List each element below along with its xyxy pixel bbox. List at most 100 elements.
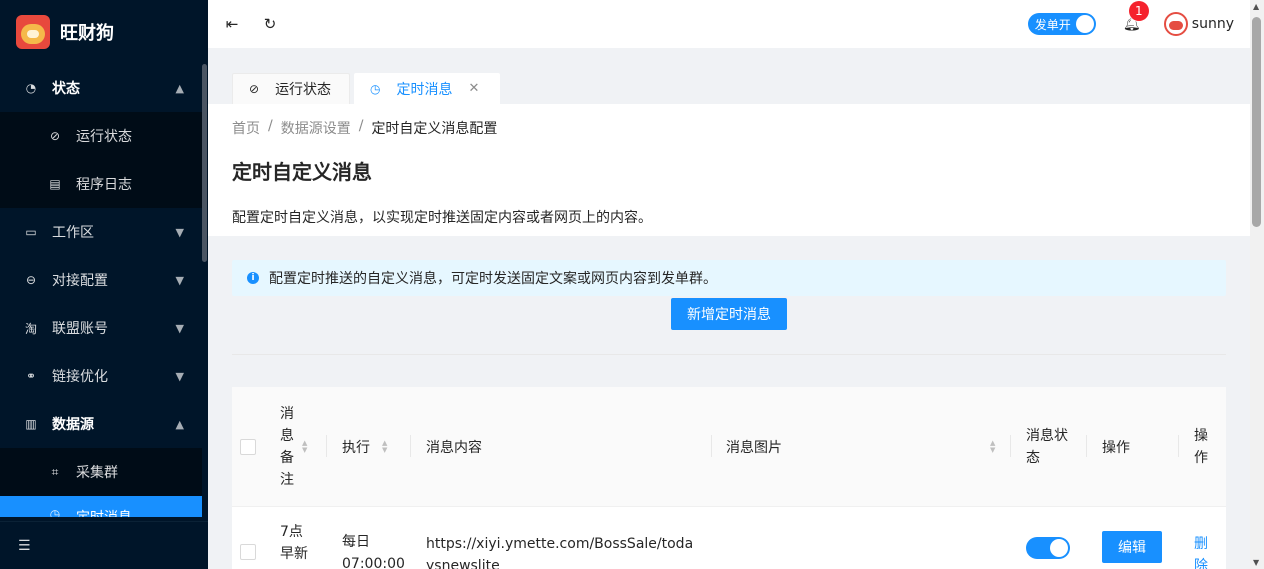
column-action: 操作 — [1102, 387, 1130, 507]
sidebar-item-link-optimize[interactable]: ⚭ 链接优化 ▼ — [0, 352, 202, 400]
column-action-2: 操作 — [1194, 387, 1212, 507]
info-alert: i 配置定时推送的自定义消息，可定时发送固定文案或网页内容到发单群。 — [232, 260, 1226, 296]
column-divider — [711, 435, 712, 457]
sidebar-item-collect-group[interactable]: ⌗ 采集群 — [0, 448, 202, 496]
row-delete: 删除 — [1194, 533, 1212, 569]
delete-link[interactable]: 删除 — [1194, 533, 1212, 569]
page-description: 配置定时自定义消息，以实现定时推送固定内容或者网页上的内容。 — [232, 210, 652, 226]
column-divider — [326, 435, 327, 457]
sidebar-item-workspace[interactable]: ▭ 工作区 ▼ — [0, 208, 202, 256]
file-icon: ▤ — [49, 177, 61, 191]
column-status: 消息状态 — [1026, 387, 1072, 507]
row-checkbox-cell — [240, 544, 256, 560]
sidebar-item-datasource[interactable]: ▥ 数据源 ▲ — [0, 400, 202, 448]
chevron-down-icon: ▼ — [175, 321, 184, 335]
select-all-checkbox-cell — [240, 387, 256, 507]
column-exec[interactable]: 执行 ▲ ▼ — [342, 387, 387, 507]
column-image-sorter[interactable]: ▲ ▼ — [984, 387, 995, 507]
column-label: 执行 — [342, 440, 370, 456]
sidebar-item-status[interactable]: ◔ 状态 ▲ — [0, 64, 202, 112]
row-note-text: 7点早新 — [280, 524, 308, 562]
select-all-checkbox[interactable] — [240, 439, 256, 455]
breadcrumb-datasource[interactable]: 数据源设置 — [281, 118, 351, 138]
row-exec: 每日 07:00:00 — [342, 531, 405, 569]
avatar[interactable] — [1163, 12, 1188, 36]
notification-badge: 1 — [1128, 1, 1149, 21]
page-title: 定时自定义消息 — [232, 160, 372, 184]
column-note[interactable]: 消息备注 ▲ ▼ — [280, 387, 307, 507]
column-content: 消息内容 — [426, 387, 482, 507]
row-action: 编辑 — [1102, 531, 1162, 563]
tab-label: 定时消息 — [396, 81, 453, 98]
row-exec-time: 07:00:00 — [342, 556, 405, 569]
sort-icon[interactable]: ▲ ▼ — [382, 440, 387, 454]
close-icon[interactable]: ✕ — [468, 81, 479, 96]
page-scrollbar-thumb[interactable] — [1252, 17, 1261, 227]
header-right: 发单开 🔔︎ 1 sunny — [1027, 1, 1250, 36]
username[interactable]: sunny — [1192, 16, 1234, 32]
breadcrumb: 首页 / 数据源设置 / 定时自定义消息配置 — [232, 104, 1226, 138]
add-scheduled-message-button[interactable]: 新增定时消息 — [671, 298, 787, 330]
tab-run-status[interactable]: ⊘ 运行状态 — [232, 73, 350, 104]
edit-button[interactable]: 编辑 — [1102, 531, 1162, 563]
tab-label: 运行状态 — [275, 82, 332, 98]
dashboard-icon: ◔ — [25, 81, 37, 95]
page-scrollbar[interactable]: ▲ ▼ — [1250, 0, 1264, 569]
sidebar-item-label: 链接优化 — [52, 369, 108, 385]
app-name: 旺财狗 — [60, 23, 114, 44]
sidebar-item-scheduled-message[interactable]: ◷ 定时消息 — [0, 496, 202, 517]
submenu-datasource: ⌗ 采集群 ◷ 定时消息 — [0, 448, 202, 517]
sidebar-item-label: 运行状态 — [76, 129, 132, 145]
menu-toggle-button[interactable]: ⇤ — [209, 0, 255, 48]
sidebar-item-alliance-account[interactable]: 淘 联盟账号 ▼ — [0, 304, 202, 352]
row-content: https://xiyi.ymette.com/BossSale/todaysn… — [426, 533, 696, 569]
sidebar-item-label: 数据源 — [52, 417, 94, 433]
sort-icon[interactable]: ▲ ▼ — [990, 440, 995, 454]
divider — [232, 354, 1226, 355]
sidebar-item-run-status[interactable]: ⊘ 运行状态 — [0, 112, 202, 160]
row-checkbox[interactable] — [240, 544, 256, 560]
column-divider — [1086, 435, 1087, 457]
top-header: ⇤ ↻ 发单开 🔔︎ 1 sunny — [208, 0, 1250, 48]
reload-button[interactable]: ↻ — [255, 0, 285, 48]
row-status — [1026, 537, 1070, 559]
clock-icon: ◷ — [49, 507, 61, 517]
sidebar-menu: ◔ 状态 ▲ ⊘ 运行状态 ▤ 程序日志 ▭ 工作区 ▼ ⊖ 对接配置 ▼ 淘 — [0, 64, 202, 517]
sidebar: 旺财狗 ◔ 状态 ▲ ⊘ 运行状态 ▤ 程序日志 ▭ 工作区 ▼ ⊖ 对接配置 … — [0, 0, 208, 569]
sidebar-scrollbar-thumb[interactable] — [202, 64, 207, 262]
check-circle-icon: ⊘ — [49, 129, 61, 143]
dispatch-switch[interactable]: 发单开 — [1027, 13, 1096, 35]
breadcrumb-home[interactable]: 首页 — [232, 118, 260, 138]
sidebar-item-label: 程序日志 — [76, 177, 132, 193]
notifications-button[interactable]: 🔔︎ 1 — [1122, 1, 1149, 34]
column-label: 操作 — [1102, 440, 1130, 456]
page-tabs: ⊘ 运行状态 ◷ 定时消息 ✕ — [208, 48, 1250, 104]
table-row: 7点早新 每日 07:00:00 https://xiyi.ymette.com… — [232, 507, 1226, 569]
reload-icon: ↻ — [263, 15, 277, 33]
row-note: 7点早新 — [280, 521, 312, 569]
sort-icon[interactable]: ▲ ▼ — [302, 440, 307, 454]
switch-knob — [1075, 15, 1094, 33]
desktop-icon: ▭ — [25, 225, 37, 239]
collapse-sidebar-button[interactable]: ☰ — [0, 521, 208, 569]
message-table: 消息备注 ▲▼ 执行 ▲▼ 消息内容 消息图片 ▲▼ 消息状态 操作 操作 — [232, 387, 1226, 569]
column-divider — [1010, 435, 1011, 457]
menu-fold-icon: ☰ — [18, 537, 31, 554]
breadcrumb-separator: / — [358, 118, 364, 134]
message-status-switch[interactable] — [1026, 537, 1070, 559]
column-label: 消息备注 — [280, 406, 294, 488]
chevron-up-icon: ▲ — [175, 417, 184, 431]
scroll-down-icon[interactable]: ▼ — [1253, 558, 1259, 567]
alert-text: 配置定时推送的自定义消息，可定时发送固定文案或网页内容到发单群。 — [269, 271, 717, 287]
logo[interactable]: 旺财狗 — [0, 0, 208, 64]
column-image[interactable]: 消息图片 — [726, 387, 782, 507]
sidebar-item-integration[interactable]: ⊖ 对接配置 ▼ — [0, 256, 202, 304]
sidebar-item-program-log[interactable]: ▤ 程序日志 — [0, 160, 202, 208]
scroll-up-icon[interactable]: ▲ — [1253, 2, 1259, 11]
submenu-status: ⊘ 运行状态 ▤ 程序日志 — [0, 112, 202, 208]
column-divider — [410, 435, 411, 457]
clock-icon: ◷ — [370, 81, 381, 96]
tab-scheduled-message[interactable]: ◷ 定时消息 ✕ — [354, 73, 500, 104]
logo-icon — [16, 15, 50, 49]
content-area: i 配置定时推送的自定义消息，可定时发送固定文案或网页内容到发单群。 新增定时消… — [232, 260, 1226, 355]
